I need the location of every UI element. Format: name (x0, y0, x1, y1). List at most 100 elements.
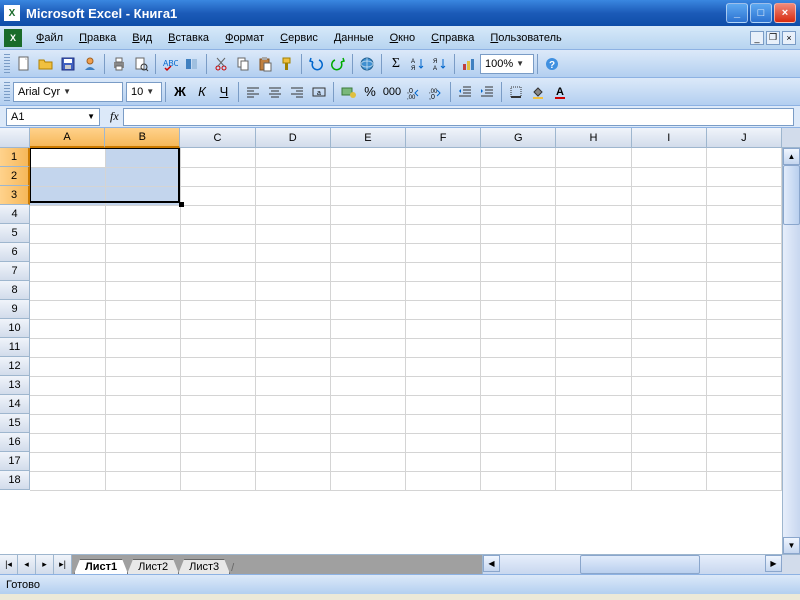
cell-G3[interactable] (481, 186, 556, 205)
cell-J8[interactable] (706, 281, 781, 300)
underline-button[interactable]: Ч (213, 81, 235, 103)
minimize-button[interactable]: _ (726, 3, 748, 23)
cell-E7[interactable] (331, 262, 406, 281)
cell-D8[interactable] (255, 281, 330, 300)
cell-H9[interactable] (556, 300, 631, 319)
cell-H14[interactable] (556, 395, 631, 414)
cell-J3[interactable] (706, 186, 781, 205)
cell-F5[interactable] (406, 224, 481, 243)
cell-F11[interactable] (406, 338, 481, 357)
cell-B17[interactable] (105, 452, 180, 471)
align-center-button[interactable] (264, 81, 286, 103)
cell-I8[interactable] (631, 281, 706, 300)
cell-G9[interactable] (481, 300, 556, 319)
cell-G2[interactable] (481, 167, 556, 186)
horizontal-scrollbar[interactable]: ◀ ▶ (482, 555, 782, 574)
font-combo[interactable]: Arial Cyr▼ (13, 82, 123, 102)
spelling-button[interactable]: ABC (159, 53, 181, 75)
hscroll-thumb[interactable] (580, 555, 700, 574)
scroll-up-button[interactable]: ▲ (783, 148, 800, 165)
formula-input[interactable] (123, 108, 794, 126)
cell-F13[interactable] (406, 376, 481, 395)
cell-A18[interactable] (30, 471, 105, 490)
col-header-G[interactable]: G (481, 128, 556, 148)
increase-decimal-button[interactable]: ,0,00 (403, 81, 425, 103)
row-header-6[interactable]: 6 (0, 243, 30, 262)
menu-item-1[interactable]: Правка (71, 29, 124, 47)
permission-button[interactable] (79, 53, 101, 75)
cell-G14[interactable] (481, 395, 556, 414)
cell-C14[interactable] (180, 395, 255, 414)
cell-H1[interactable] (556, 148, 631, 167)
research-button[interactable] (181, 53, 203, 75)
cell-I5[interactable] (631, 224, 706, 243)
cell-E8[interactable] (331, 281, 406, 300)
cell-H10[interactable] (556, 319, 631, 338)
copy-button[interactable] (232, 53, 254, 75)
cell-E18[interactable] (331, 471, 406, 490)
currency-button[interactable] (337, 81, 359, 103)
cell-D12[interactable] (255, 357, 330, 376)
help-button[interactable]: ? (541, 53, 563, 75)
cell-I18[interactable] (631, 471, 706, 490)
print-button[interactable] (108, 53, 130, 75)
cell-A1[interactable] (30, 148, 105, 167)
cell-C10[interactable] (180, 319, 255, 338)
save-button[interactable] (57, 53, 79, 75)
font-color-button[interactable]: A (549, 81, 571, 103)
cell-B13[interactable] (105, 376, 180, 395)
row-header-13[interactable]: 13 (0, 376, 30, 395)
cell-B14[interactable] (105, 395, 180, 414)
mdi-minimize-button[interactable]: _ (750, 31, 764, 45)
redo-button[interactable] (327, 53, 349, 75)
cell-J5[interactable] (706, 224, 781, 243)
cell-J4[interactable] (706, 205, 781, 224)
select-all-corner[interactable] (0, 128, 30, 148)
cell-G6[interactable] (481, 243, 556, 262)
cell-H8[interactable] (556, 281, 631, 300)
cell-G1[interactable] (481, 148, 556, 167)
mdi-restore-button[interactable]: ❐ (766, 31, 780, 45)
row-header-17[interactable]: 17 (0, 452, 30, 471)
cell-I13[interactable] (631, 376, 706, 395)
new-button[interactable] (13, 53, 35, 75)
zoom-combo[interactable]: 100%▼ (480, 54, 534, 74)
cell-B5[interactable] (105, 224, 180, 243)
open-button[interactable] (35, 53, 57, 75)
cell-B18[interactable] (105, 471, 180, 490)
cell-D9[interactable] (255, 300, 330, 319)
cell-J16[interactable] (706, 433, 781, 452)
menu-item-8[interactable]: Справка (423, 29, 482, 47)
cell-A4[interactable] (30, 205, 105, 224)
comma-button[interactable]: 000 (381, 81, 403, 103)
cell-F17[interactable] (406, 452, 481, 471)
cell-E6[interactable] (331, 243, 406, 262)
cut-button[interactable] (210, 53, 232, 75)
cell-H4[interactable] (556, 205, 631, 224)
cell-E13[interactable] (331, 376, 406, 395)
cell-H6[interactable] (556, 243, 631, 262)
sheet-tab-2[interactable]: Лист3 (178, 559, 230, 574)
cell-H18[interactable] (556, 471, 631, 490)
cell-J18[interactable] (706, 471, 781, 490)
cell-A13[interactable] (30, 376, 105, 395)
cell-D1[interactable] (255, 148, 330, 167)
cell-B7[interactable] (105, 262, 180, 281)
cell-D11[interactable] (255, 338, 330, 357)
cell-J15[interactable] (706, 414, 781, 433)
cell-C7[interactable] (180, 262, 255, 281)
cell-I10[interactable] (631, 319, 706, 338)
cell-G10[interactable] (481, 319, 556, 338)
italic-button[interactable]: К (191, 81, 213, 103)
cell-F1[interactable] (406, 148, 481, 167)
cell-D2[interactable] (255, 167, 330, 186)
cell-G13[interactable] (481, 376, 556, 395)
menu-item-4[interactable]: Формат (217, 29, 272, 47)
cell-B15[interactable] (105, 414, 180, 433)
cell-J17[interactable] (706, 452, 781, 471)
row-header-8[interactable]: 8 (0, 281, 30, 300)
row-header-15[interactable]: 15 (0, 414, 30, 433)
cell-I15[interactable] (631, 414, 706, 433)
decrease-decimal-button[interactable]: ,00,0 (425, 81, 447, 103)
cell-B4[interactable] (105, 205, 180, 224)
